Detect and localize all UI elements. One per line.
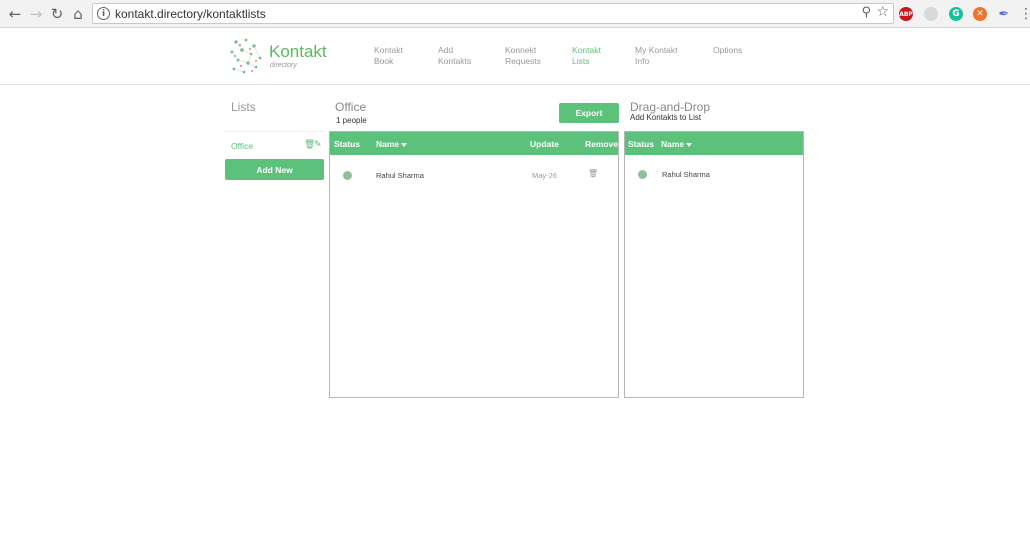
site-header: Kontakt directory Kontakt Book Add Konta… bbox=[0, 29, 1030, 85]
logo-mark-icon bbox=[230, 38, 262, 74]
browser-menu-icon[interactable]: ⋮ bbox=[1019, 6, 1030, 22]
column-update: Update bbox=[530, 139, 559, 149]
kontakt-logo[interactable]: Kontakt directory bbox=[226, 36, 327, 78]
logo-wordmark: Kontakt bbox=[269, 42, 327, 61]
nav-options[interactable]: Options bbox=[713, 45, 742, 56]
column-remove: Remove bbox=[585, 139, 619, 149]
nav-kontakt-lists[interactable]: Kontakt Lists bbox=[572, 45, 601, 67]
export-button[interactable]: Export bbox=[559, 103, 619, 123]
home-icon[interactable]: ⌂ bbox=[69, 5, 87, 23]
drag-drop-title: Drag-and-Drop bbox=[630, 100, 711, 114]
logo-tagline: directory bbox=[270, 62, 297, 69]
nav-label-line1: Options bbox=[713, 45, 743, 55]
nav-label-line1: Add bbox=[438, 45, 454, 55]
member-update-date: May-26 bbox=[532, 171, 558, 180]
nav-label-line2: Book bbox=[374, 56, 394, 66]
table-header: Status Name Update Remove bbox=[330, 132, 618, 155]
browser-toolbar: ← → ↻ ⌂ i kontakt.directory/kontaktlists… bbox=[0, 0, 1030, 28]
column-name-sort[interactable]: Name bbox=[661, 139, 693, 149]
ghostery-extension-icon[interactable] bbox=[924, 7, 938, 21]
close-extension-icon[interactable]: ✕ bbox=[973, 7, 987, 21]
site-info-icon[interactable]: i bbox=[97, 7, 110, 20]
list-item-label[interactable]: Office bbox=[231, 141, 253, 151]
status-dot-icon bbox=[638, 170, 647, 179]
nav-label-line1: Kontakt bbox=[572, 45, 601, 55]
lists-heading: Lists bbox=[231, 100, 256, 114]
url-text: kontakt.directory/kontaktlists bbox=[115, 7, 266, 21]
sort-caret-icon bbox=[401, 142, 408, 147]
sort-caret-icon bbox=[686, 142, 693, 147]
nav-my-kontakt-info[interactable]: My Kontakt Info bbox=[635, 45, 678, 67]
column-status: Status bbox=[628, 139, 654, 149]
office-members-table: Status Name Update Remove Rahul Sharma M… bbox=[329, 131, 619, 398]
nav-label-line1: Kontakt bbox=[374, 45, 403, 55]
kontakt-name: Rahul Sharma bbox=[662, 170, 710, 179]
member-name: Rahul Sharma bbox=[376, 171, 424, 180]
edit-list-icon[interactable]: ✎ bbox=[314, 140, 322, 150]
nav-label-line1: My Kontakt bbox=[635, 45, 678, 55]
table-header: Status Name bbox=[625, 132, 803, 155]
nav-kontakt-book[interactable]: Kontakt Book bbox=[374, 45, 403, 67]
list-item-office[interactable]: Office 🗑 ✎ bbox=[225, 131, 325, 158]
back-icon[interactable]: ← bbox=[6, 5, 24, 23]
nav-label-line2: Requests bbox=[505, 56, 541, 66]
status-dot-icon bbox=[343, 171, 352, 180]
drag-drop-table[interactable]: Status Name Rahul Sharma bbox=[624, 131, 804, 398]
column-name-sort[interactable]: Name bbox=[376, 139, 408, 149]
column-name-label: Name bbox=[376, 139, 400, 149]
color-picker-extension-icon[interactable]: ✒ bbox=[997, 7, 1011, 22]
column-status: Status bbox=[334, 139, 360, 149]
drag-drop-subtitle: Add Kontakts to List bbox=[630, 113, 702, 122]
nav-label-line1: Konnekt bbox=[505, 45, 537, 55]
nav-konnekt-requests[interactable]: Konnekt Requests bbox=[505, 45, 541, 67]
column-name-label: Name bbox=[661, 139, 685, 149]
forward-icon[interactable]: → bbox=[27, 5, 45, 23]
office-people-count: 1 people bbox=[336, 116, 367, 125]
grammarly-extension-icon[interactable]: G bbox=[949, 7, 963, 21]
zoom-icon[interactable]: ⚲ bbox=[861, 5, 871, 20]
remove-member-icon[interactable]: 🗑 bbox=[588, 169, 598, 178]
reload-icon[interactable]: ↻ bbox=[48, 5, 66, 23]
nav-add-kontakts[interactable]: Add Kontakts bbox=[438, 45, 471, 67]
address-bar[interactable]: i kontakt.directory/kontaktlists ⚲ ☆ bbox=[92, 3, 894, 24]
nav-label-line2: Lists bbox=[572, 56, 590, 66]
nav-label-line2: Kontakts bbox=[438, 56, 472, 66]
adblock-extension-icon[interactable]: ABP bbox=[899, 7, 913, 21]
office-list-title: Office bbox=[335, 100, 367, 114]
add-new-list-button[interactable]: Add New bbox=[225, 159, 324, 180]
bookmark-star-icon[interactable]: ☆ bbox=[876, 4, 889, 20]
nav-label-line2: Info bbox=[635, 56, 650, 66]
